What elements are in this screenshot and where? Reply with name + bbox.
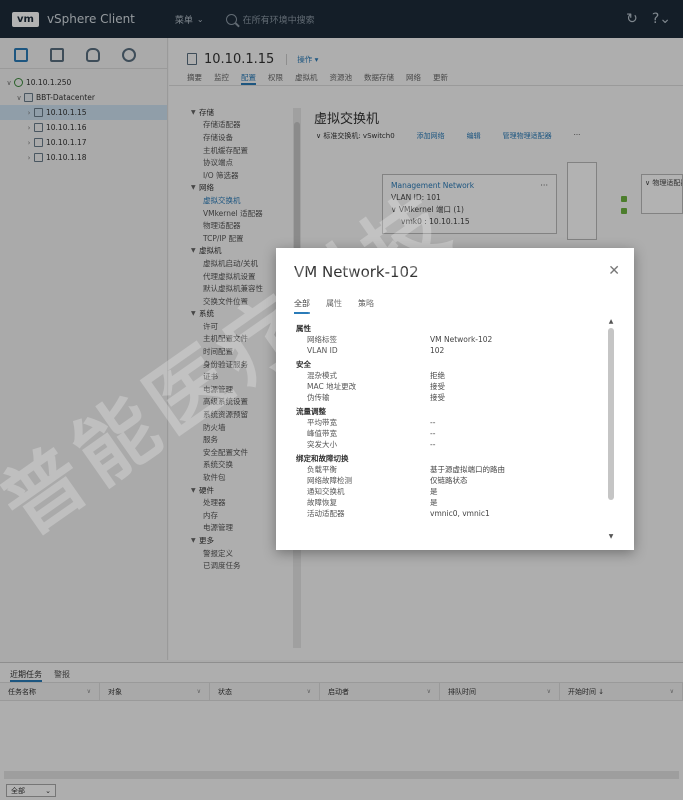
scroll-down-icon[interactable]: ▼ <box>607 533 615 540</box>
property-key: 混杂模式 <box>307 371 337 380</box>
property-row: VLAN ID 102 <box>296 345 611 356</box>
dialog-properties: 属性 网络标签 VM Network-102 VLAN ID 102 安全 混杂模式 拒绝 MA… <box>296 320 611 538</box>
property-value: 仅链路状态 <box>430 476 468 485</box>
dialog-scrollbar[interactable]: ▲ ▼ <box>607 318 615 540</box>
property-row: MAC 地址更改 接受 <box>296 381 611 392</box>
property-key: 故障恢复 <box>307 498 337 507</box>
property-row: 活动适配器 vmnic0, vmnic1 <box>296 508 611 519</box>
dialog-title: VM Network-102 <box>294 263 419 281</box>
property-row: 网络故障检测 仅链路状态 <box>296 475 611 486</box>
property-value: -- <box>430 440 436 449</box>
dialog-tab-2[interactable]: 策略 <box>358 298 374 314</box>
property-row: 故障恢复 是 <box>296 497 611 508</box>
property-row: 平均带宽 -- <box>296 417 611 428</box>
property-key: VLAN ID <box>307 346 338 355</box>
property-section-title: 安全 <box>296 360 311 369</box>
property-row: 负载平衡 基于源虚拟端口的路由 <box>296 464 611 475</box>
property-row: 峰值带宽 -- <box>296 428 611 439</box>
property-value: 拒绝 <box>430 371 445 380</box>
property-section-title: 流量调整 <box>296 407 326 416</box>
property-row: 突发大小 -- <box>296 439 611 450</box>
property-value: VM Network-102 <box>430 335 493 344</box>
property-value: 是 <box>430 487 438 496</box>
property-key: 峰值带宽 <box>307 429 337 438</box>
property-row: 混杂模式 拒绝 <box>296 370 611 381</box>
property-value: vmnic0, vmnic1 <box>430 509 490 518</box>
property-value: -- <box>430 429 436 438</box>
property-value: 基于源虚拟端口的路由 <box>430 465 505 474</box>
property-section-title: 绑定和故障切换 <box>296 454 349 463</box>
property-row: 伪传输 接受 <box>296 392 611 403</box>
property-key: 活动适配器 <box>307 509 345 518</box>
property-value: -- <box>430 418 436 427</box>
close-icon[interactable]: ✕ <box>608 263 620 279</box>
property-key: 伪传输 <box>307 393 330 402</box>
property-key: 网络故障检测 <box>307 476 352 485</box>
property-section-title: 属性 <box>296 324 311 333</box>
property-value: 接受 <box>430 393 445 402</box>
property-key: MAC 地址更改 <box>307 382 357 391</box>
dialog-tab-0[interactable]: 全部 <box>294 298 310 314</box>
property-key: 网络标签 <box>307 335 337 344</box>
property-value: 是 <box>430 498 438 507</box>
property-value: 102 <box>430 346 445 355</box>
property-value: 接受 <box>430 382 445 391</box>
portgroup-dialog: VM Network-102 ✕ 全部 属性 策略 属性 网络标签 VM Network… <box>276 248 634 550</box>
property-key: 突发大小 <box>307 440 337 449</box>
property-row: 通知交换机 是 <box>296 486 611 497</box>
property-key: 通知交换机 <box>307 487 345 496</box>
property-row: 网络标签 VM Network-102 <box>296 334 611 345</box>
property-key: 平均带宽 <box>307 418 337 427</box>
property-key: 负载平衡 <box>307 465 337 474</box>
dialog-tab-1[interactable]: 属性 <box>326 298 342 314</box>
scroll-up-icon[interactable]: ▲ <box>607 318 615 325</box>
